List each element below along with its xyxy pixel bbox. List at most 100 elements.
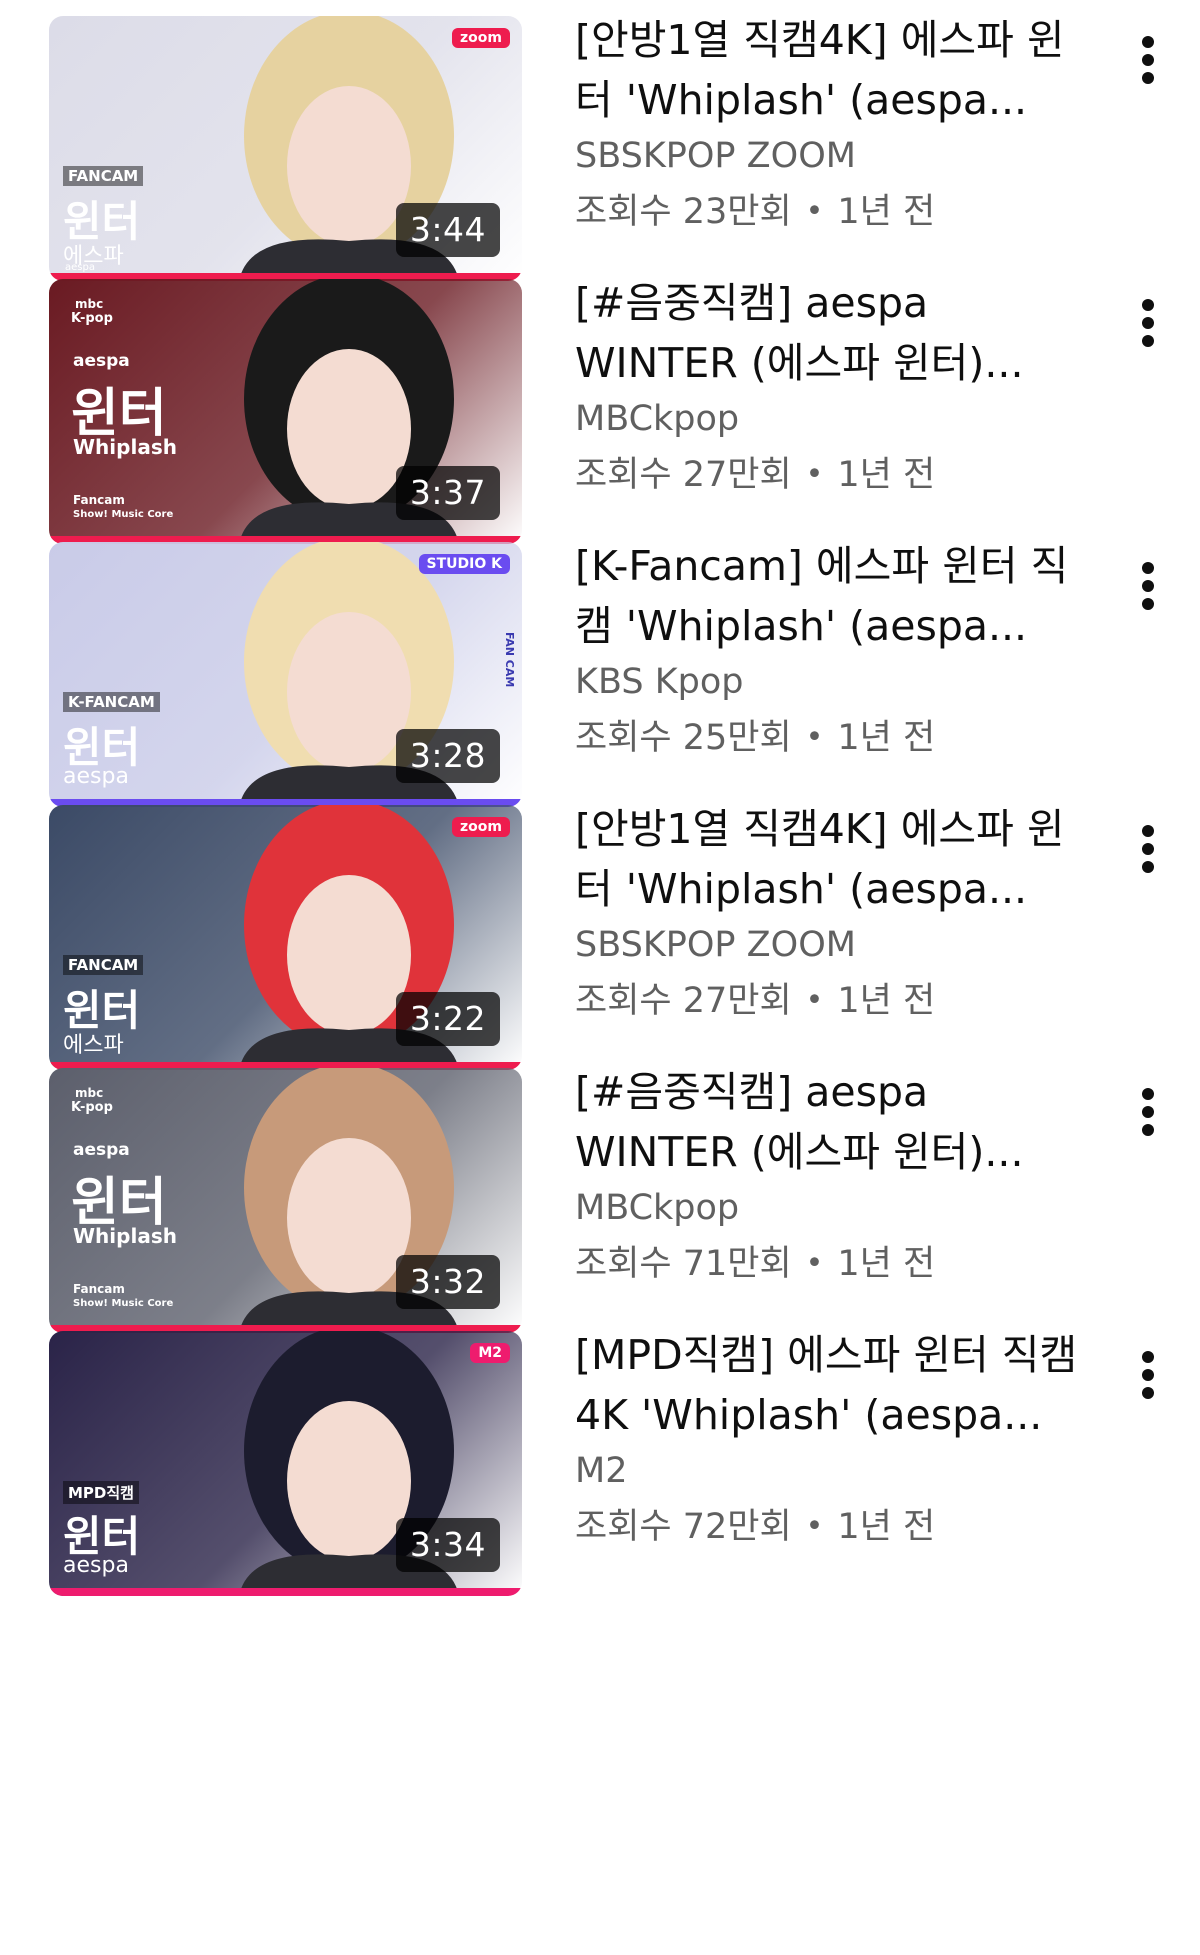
dot-separator: • [805,457,824,492]
video-thumbnail[interactable]: zoom FANCAM 윈터 에스파 aespa 3:44 [49,16,522,281]
menu-dot [1142,317,1154,329]
video-title[interactable]: [MPD직캠] 에스파 윈터 직캠 4K 'Whiplash' (aespa... [575,1325,1115,1445]
more-options-icon[interactable] [1126,1082,1170,1142]
view-count: 조회수 25만회 [575,718,792,758]
video-metadata: 조회수 23만회 • 1년 전 [575,184,1115,242]
video-thumbnail[interactable]: zoom FANCAM 윈터 에스파 3:22 [49,805,522,1070]
video-item[interactable]: zoom FANCAM 윈터 에스파 3:22 [안방1열 직캠4K] 에스파 윈터 'W… [0,789,1200,1070]
view-count: 조회수 27만회 [575,455,792,495]
video-title-line: 4K 'Whiplash' (aespa... [575,1391,1043,1439]
video-info: [#음중직캠] aespa WINTER (에스파 윈터)... MBCkpop 조회… [575,273,1115,505]
video-metadata: 조회수 27만회 • 1년 전 [575,973,1115,1031]
thumbnail-label-top: MPD직캠 [63,1481,139,1504]
video-title-line: 터 'Whiplash' (aespa... [575,865,1028,913]
upload-age: 1년 전 [837,1507,936,1547]
menu-dot [1142,825,1154,837]
more-options-icon[interactable] [1126,30,1170,90]
menu-dot [1142,1106,1154,1118]
channel-badge: M2 [470,1343,510,1363]
video-title-line: 캠 'Whiplash' (aespa... [575,602,1028,650]
video-title[interactable]: [#음중직캠] aespa WINTER (에스파 윈터)... [575,273,1115,393]
upload-age: 1년 전 [837,455,936,495]
video-thumbnail[interactable]: M2 MPD직캠 윈터 aespa 3:34 [49,1331,522,1596]
video-title[interactable]: [K-Fancam] 에스파 윈터 직캠 'Whiplash' (aespa..… [575,536,1115,656]
video-item[interactable]: STUDIO K FAN CAM K-FANCAM 윈터 aespa 3:28 [K-Fan… [0,526,1200,807]
more-options-icon[interactable] [1126,819,1170,879]
video-title-line: 터 'Whiplash' (aespa... [575,76,1028,124]
more-options-icon[interactable] [1126,1345,1170,1405]
channel-name[interactable]: MBCkpop [575,391,1115,447]
side-label: FAN CAM [503,632,516,688]
menu-dot [1142,562,1154,574]
more-options-icon[interactable] [1126,293,1170,353]
thumbnail-label-top: aespa [73,1140,130,1160]
thumbnail-footer-label: Show! Music Core [73,1298,174,1309]
thumbnail-label-sub: aespa [63,764,129,789]
menu-dot [1142,335,1154,347]
channel-logo-text: K-pop [71,1100,113,1115]
channel-name[interactable]: KBS Kpop [575,654,1115,710]
channel-name[interactable]: MBCkpop [575,1180,1115,1236]
menu-dot [1142,54,1154,66]
video-duration-badge: 3:34 [395,1518,500,1572]
video-metadata: 조회수 27만회 • 1년 전 [575,447,1115,505]
menu-dot [1142,1387,1154,1399]
video-metadata: 조회수 71만회 • 1년 전 [575,1236,1115,1294]
channel-badge: zoom [452,817,510,837]
video-title-line: WINTER (에스파 윈터)... [575,1128,1024,1176]
menu-dot [1142,1124,1154,1136]
channel-name[interactable]: M2 [575,1443,1115,1499]
view-count: 조회수 72만회 [575,1507,792,1547]
video-info: [안방1열 직캠4K] 에스파 윈터 'Whiplash' (aespa... S… [575,10,1115,242]
menu-dot [1142,299,1154,311]
video-duration-badge: 3:37 [395,466,500,520]
video-metadata: 조회수 72만회 • 1년 전 [575,1499,1115,1557]
video-thumbnail[interactable]: mbc K-pop aespa 윈터 Whiplash Fancam Show! Music… [49,279,522,544]
upload-age: 1년 전 [837,981,936,1021]
thumbnail-footer-label: Show! Music Core [73,509,174,520]
menu-dot [1142,598,1154,610]
video-title[interactable]: [#음중직캠] aespa WINTER (에스파 윈터)... [575,1062,1115,1182]
video-title-line: [#음중직캠] aespa [575,1068,929,1116]
channel-logo-text: K-pop [71,311,113,326]
dot-separator: • [805,1509,824,1544]
upload-age: 1년 전 [837,718,936,758]
video-info: [안방1열 직캠4K] 에스파 윈터 'Whiplash' (aespa... S… [575,799,1115,1031]
thumbnail-label-sub: Whiplash [73,435,177,459]
video-item[interactable]: mbc K-pop aespa 윈터 Whiplash Fancam Show! Music… [0,1052,1200,1333]
view-count: 조회수 27만회 [575,981,792,1021]
channel-badge: STUDIO K [418,554,510,574]
thumbnail-label-top: aespa [73,351,130,371]
dot-separator: • [805,1246,824,1281]
menu-dot [1142,1369,1154,1381]
video-title-line: [안방1열 직캠4K] 에스파 윈 [575,805,1065,853]
thumbnail-accent-bar [49,1588,522,1596]
video-list: zoom FANCAM 윈터 에스파 aespa 3:44 [안방1열 직캠4K] 에스파 … [0,0,1200,1955]
video-duration-badge: 3:28 [395,729,500,783]
dot-separator: • [805,194,824,229]
video-info: [MPD직캠] 에스파 윈터 직캠 4K 'Whiplash' (aespa...… [575,1325,1115,1557]
video-title[interactable]: [안방1열 직캠4K] 에스파 윈터 'Whiplash' (aespa... [575,799,1115,919]
channel-name[interactable]: SBSKPOP ZOOM [575,917,1115,973]
more-options-icon[interactable] [1126,556,1170,616]
video-item[interactable]: zoom FANCAM 윈터 에스파 aespa 3:44 [안방1열 직캠4K] 에스파 … [0,0,1200,281]
video-item[interactable]: mbc K-pop aespa 윈터 Whiplash Fancam Show! Music… [0,263,1200,544]
video-title[interactable]: [안방1열 직캠4K] 에스파 윈터 'Whiplash' (aespa... [575,10,1115,130]
thumbnail-label-top: FANCAM [63,166,144,186]
channel-name[interactable]: SBSKPOP ZOOM [575,128,1115,184]
thumbnail-label-top: K-FANCAM [63,692,160,712]
menu-dot [1142,1088,1154,1100]
video-thumbnail[interactable]: mbc K-pop aespa 윈터 Whiplash Fancam Show! Music… [49,1068,522,1333]
video-duration-badge: 3:32 [395,1255,500,1309]
thumbnail-label-sub: Whiplash [73,1224,177,1248]
menu-dot [1142,580,1154,592]
video-duration-badge: 3:44 [395,203,500,257]
video-item[interactable]: M2 MPD직캠 윈터 aespa 3:34 [MPD직캠] 에스파 윈터 직캠 4K 'W… [0,1315,1200,1596]
video-thumbnail[interactable]: STUDIO K FAN CAM K-FANCAM 윈터 aespa 3:28 [49,542,522,807]
thumbnail-label-sub: aespa [63,1553,129,1578]
video-duration-badge: 3:22 [395,992,500,1046]
channel-badge: zoom [452,28,510,48]
dot-separator: • [805,983,824,1018]
menu-dot [1142,843,1154,855]
video-info: [#음중직캠] aespa WINTER (에스파 윈터)... MBCkpop 조회… [575,1062,1115,1294]
